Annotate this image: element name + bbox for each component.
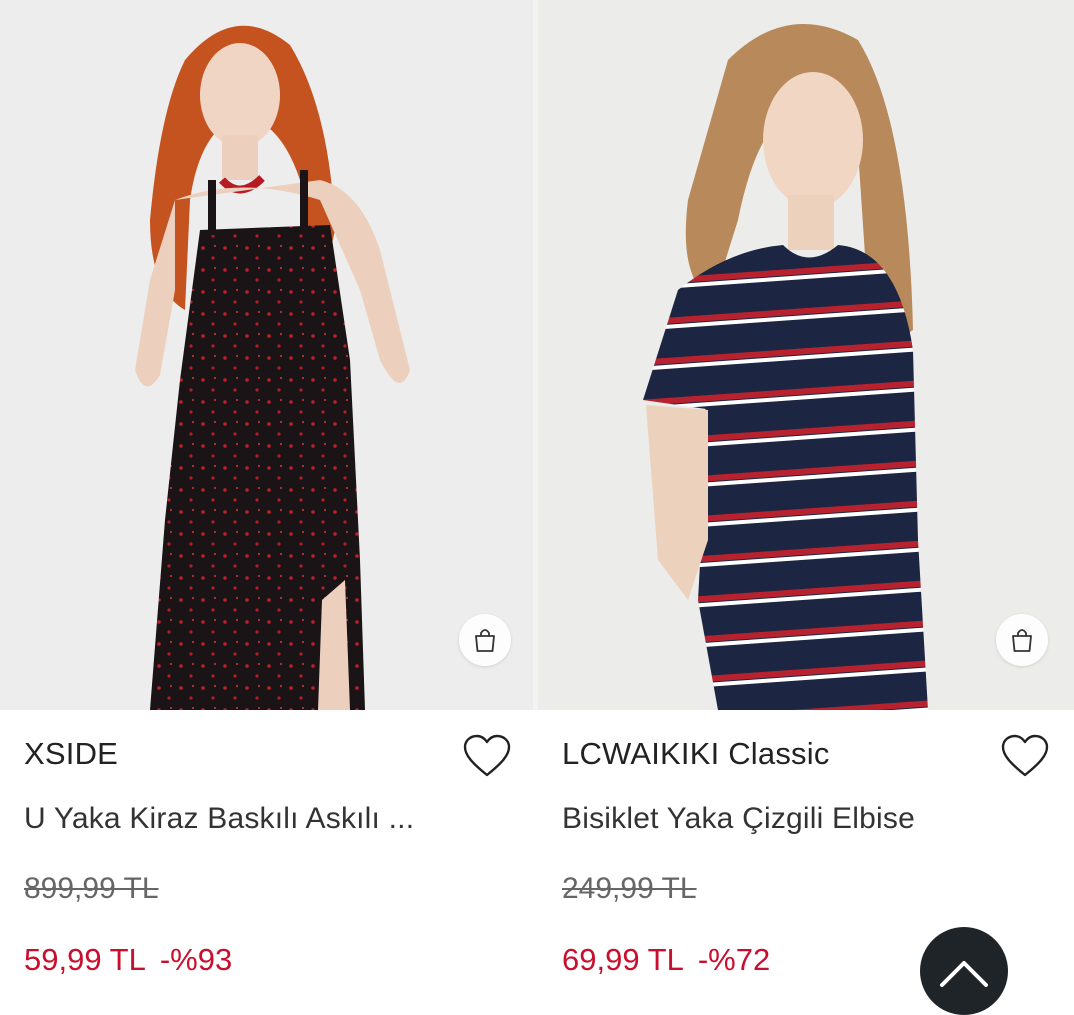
product-photo-dress-black — [0, 0, 533, 710]
heart-outline-icon — [1001, 734, 1049, 777]
sale-price-row: 59,99 TL -%93 — [24, 942, 232, 978]
discount-badge: -%93 — [159, 942, 233, 977]
product-title[interactable]: Bisiklet Yaka Çizgili Elbise — [562, 802, 915, 836]
product-image[interactable] — [0, 0, 533, 710]
sale-price: 59,99 TL — [24, 942, 146, 977]
heart-outline-icon — [463, 734, 511, 777]
product-image[interactable] — [538, 0, 1074, 710]
add-to-cart-button[interactable] — [459, 614, 511, 666]
product-card[interactable]: XSIDE U Yaka Kiraz Baskılı Askılı ... 89… — [0, 0, 533, 986]
shopping-bag-icon — [1012, 629, 1032, 652]
scroll-to-top-button[interactable] — [920, 927, 1008, 1015]
original-price: 899,99 TL — [24, 872, 159, 905]
add-to-cart-button[interactable] — [996, 614, 1048, 666]
product-grid: XSIDE U Yaka Kiraz Baskılı Askılı ... 89… — [0, 0, 1074, 1015]
product-brand: LCWAIKIKI Classic — [562, 736, 830, 771]
sale-price-row: 69,99 TL -%72 — [562, 942, 770, 978]
product-brand: XSIDE — [24, 736, 119, 771]
favorite-button[interactable] — [1000, 733, 1050, 779]
product-photo-dress-striped — [538, 0, 1074, 710]
discount-badge: -%72 — [697, 942, 771, 977]
favorite-button[interactable] — [462, 733, 512, 779]
product-card[interactable]: LCWAIKIKI Classic Bisiklet Yaka Çizgili … — [538, 0, 1074, 986]
sale-price: 69,99 TL — [562, 942, 684, 977]
original-price: 249,99 TL — [562, 872, 697, 905]
shopping-bag-icon — [475, 629, 495, 652]
chevron-up-icon — [940, 961, 988, 987]
product-title[interactable]: U Yaka Kiraz Baskılı Askılı ... — [24, 802, 414, 836]
